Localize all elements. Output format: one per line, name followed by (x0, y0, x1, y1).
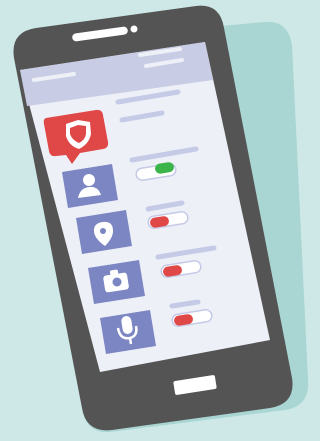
front-camera (130, 25, 138, 33)
illustration (0, 0, 311, 441)
